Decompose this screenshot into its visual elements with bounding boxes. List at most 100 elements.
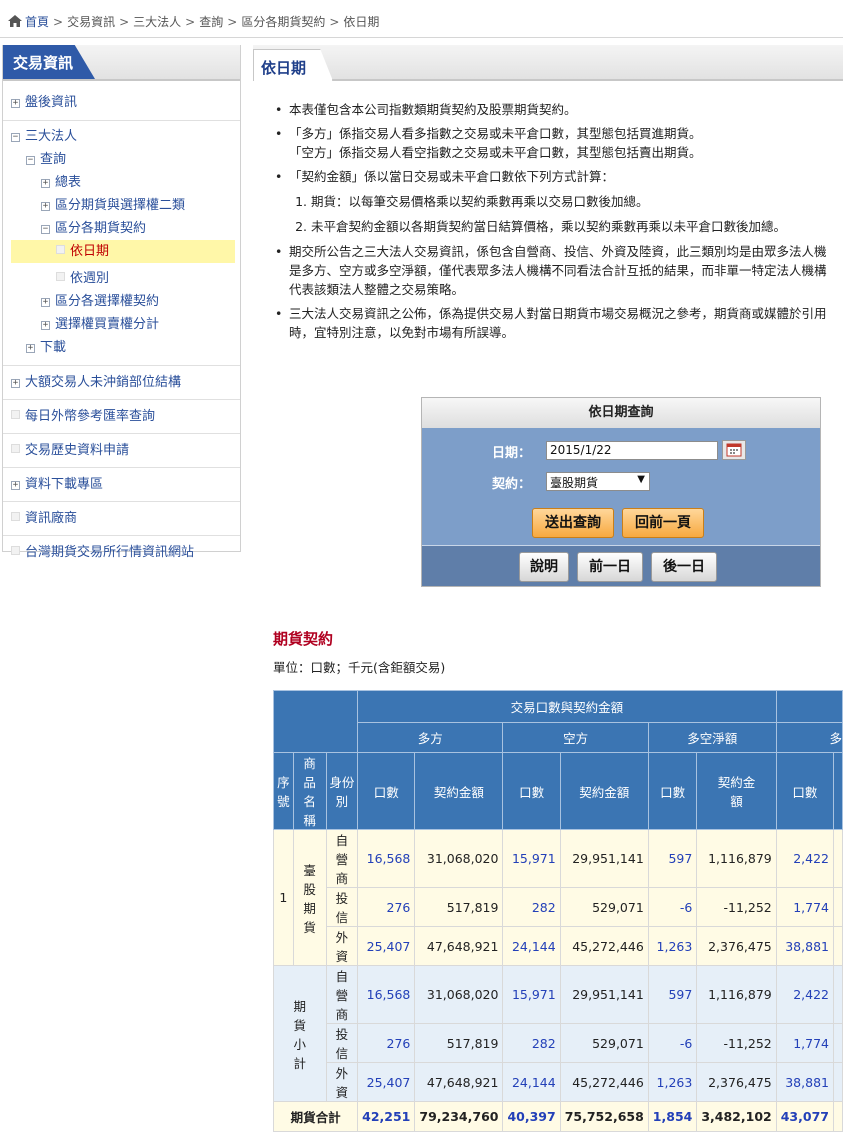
date-label: 日期： — [492, 446, 532, 461]
sidebar-item-futures-options[interactable]: + 區分期貨與選擇權二類 — [11, 194, 240, 217]
expand-icon[interactable]: + — [41, 298, 50, 307]
cell-net-qty-link[interactable]: -6 — [647, 887, 698, 927]
sidebar-item-large-traders[interactable]: + 大額交易人未沖銷部位結構 — [11, 371, 240, 394]
query-footer: 說明 前一日 後一日 — [422, 545, 820, 586]
cell-short-qty-link[interactable]: 15,971 — [502, 965, 561, 1024]
calc-item: 期貨：以每筆交易價格乘以契約乘數再乘以交易口數後加總。 — [311, 192, 843, 211]
calendar-icon[interactable] — [722, 440, 746, 460]
sidebar-item-vendors[interactable]: 資訊廠商 — [11, 507, 240, 530]
bullet-icon — [56, 272, 65, 281]
sidebar-section: 台灣期貨交易所行情資訊網站 — [3, 536, 240, 569]
cell-long-amt: 47,648,921 — [414, 926, 504, 966]
cell-long-qty-link[interactable]: 276 — [357, 887, 416, 927]
cell-net-qty-link[interactable]: 597 — [647, 965, 698, 1024]
sidebar-item-call-put[interactable]: + 選擇權買賣權分計 — [11, 313, 240, 336]
cell-short-amt: 45,272,446 — [559, 926, 649, 966]
cell-next-qty-link[interactable]: 38,881 — [775, 1062, 834, 1102]
sidebar-item-institutional[interactable]: − 三大法人 — [11, 125, 240, 148]
cell-short-qty-link[interactable]: 15,971 — [502, 829, 561, 888]
cell-short-qty-link[interactable]: 24,144 — [502, 926, 561, 966]
cell-short-qty-link[interactable]: 282 — [502, 1023, 561, 1063]
expand-icon[interactable]: + — [11, 379, 20, 388]
cell-net-qty-link[interactable]: -6 — [647, 1023, 698, 1063]
cell-long-amt: 517,819 — [414, 887, 504, 927]
note-item: 期交所公告之三大法人交易資訊，係包含自營商、投信、外資及陸資，此三類別均是由眾多… — [273, 242, 843, 299]
cell-long-qty-link[interactable]: 16,568 — [357, 829, 416, 888]
cell-total-long-qty-link[interactable]: 42,251 — [357, 1101, 416, 1132]
header-product: 商品名稱 — [292, 752, 327, 830]
sidebar-item-query[interactable]: − 查詢 — [11, 148, 240, 171]
unit-note: 單位：口數；千元(含鉅額交易) — [273, 660, 446, 675]
cell-long-qty-link[interactable]: 276 — [357, 1023, 416, 1063]
breadcrumb-separator: > — [227, 15, 238, 29]
expand-icon[interactable]: + — [11, 481, 20, 490]
sidebar-section: + 盤後資訊 — [3, 81, 240, 121]
help-button[interactable]: 說明 — [519, 552, 569, 582]
header-short-amt: 契約金額 — [559, 752, 649, 830]
sidebar-item-download[interactable]: + 下載 — [11, 336, 240, 359]
cell-long-qty-link[interactable]: 25,407 — [357, 926, 416, 966]
cell-total-label: 期貨合計 — [272, 1101, 359, 1132]
section-title: 期貨契約 — [273, 630, 334, 648]
sidebar-item-market-site[interactable]: 台灣期貨交易所行情資訊網站 — [11, 541, 240, 564]
sidebar-item-data-download[interactable]: + 資料下載專區 — [11, 473, 240, 496]
header-next: 多 — [775, 722, 843, 753]
cell-long-qty-link[interactable]: 25,407 — [357, 1062, 416, 1102]
cell-net-qty-link[interactable]: 1,263 — [647, 926, 698, 966]
breadcrumb-trading-info-link[interactable]: 交易資訊 — [67, 15, 115, 29]
sidebar-item-history-request[interactable]: 交易歷史資料申請 — [11, 439, 240, 462]
cell-total-net-qty-link[interactable]: 1,854 — [647, 1101, 698, 1132]
cell-subtotal-label: 期貨小計 — [273, 965, 327, 1102]
date-input[interactable]: 2015/1/22 — [546, 441, 718, 460]
cell-total-short-amt: 75,752,658 — [559, 1101, 649, 1132]
sidebar-item-futures-contracts[interactable]: − 區分各期貨契約 — [11, 217, 240, 240]
header-group-next — [775, 690, 843, 723]
contract-select[interactable]: 臺股期貨 ▼ — [546, 472, 650, 491]
expand-icon[interactable]: + — [26, 344, 35, 353]
breadcrumb-futures-contracts-link[interactable]: 區分各期貨契約 — [241, 15, 325, 29]
next-day-button[interactable]: 後一日 — [651, 552, 717, 582]
header-net: 多空淨額 — [647, 722, 777, 753]
table-row: 1 臺股期貨 自營商 16,568 31,068,020 15,971 29,9… — [273, 829, 843, 966]
back-button[interactable]: 回前一頁 — [622, 508, 704, 538]
sidebar-item-fx-rates[interactable]: 每日外幣參考匯率查詢 — [11, 405, 240, 428]
header-next-amt — [832, 752, 843, 830]
cell-net-qty-link[interactable]: 597 — [647, 829, 698, 888]
expand-icon[interactable]: + — [41, 202, 50, 211]
cell-next-qty-link[interactable]: 1,774 — [775, 887, 834, 927]
cell-next-qty-link[interactable]: 1,774 — [775, 1023, 834, 1063]
cell-long-qty-link[interactable]: 16,568 — [357, 965, 416, 1024]
cell-next-qty-link[interactable]: 38,881 — [775, 926, 834, 966]
cell-short-qty-link[interactable]: 24,144 — [502, 1062, 561, 1102]
sidebar-item-by-week[interactable]: 依週別 — [11, 267, 240, 290]
breadcrumb-home-link[interactable]: 首頁 — [25, 15, 49, 29]
breadcrumb-query-link[interactable]: 查詢 — [199, 15, 223, 29]
cell-net-amt: 2,376,475 — [696, 1062, 777, 1102]
breadcrumb-institutional-link[interactable]: 三大法人 — [133, 15, 181, 29]
cell-identity: 投信 — [325, 887, 359, 927]
collapse-icon[interactable]: − — [26, 156, 35, 165]
cell-total-next-qty-link[interactable]: 43,077 — [775, 1101, 834, 1132]
calc-list: 期貨：以每筆交易價格乘以契約乘數再乘以交易口數後加總。 未平倉契約金額以各期貨契… — [289, 192, 843, 236]
expand-icon[interactable]: + — [11, 99, 20, 108]
collapse-icon[interactable]: − — [41, 225, 50, 234]
cell-net-qty-link[interactable]: 1,263 — [647, 1062, 698, 1102]
expand-icon[interactable]: + — [41, 179, 50, 188]
cell-short-qty-link[interactable]: 282 — [502, 887, 561, 927]
sidebar-item-options-contracts[interactable]: + 區分各選擇權契約 — [11, 290, 240, 313]
submit-query-button[interactable]: 送出查詢 — [532, 508, 614, 538]
query-title: 依日期查詢 — [422, 398, 820, 428]
cell-next-amt — [832, 887, 843, 927]
bullet-icon — [11, 410, 20, 419]
sidebar-item-by-date[interactable]: 依日期 — [11, 240, 235, 263]
cell-identity: 外資 — [325, 926, 359, 966]
cell-total-short-qty-link[interactable]: 40,397 — [502, 1101, 561, 1132]
cell-next-qty-link[interactable]: 2,422 — [775, 965, 834, 1024]
collapse-icon[interactable]: − — [11, 133, 20, 142]
prev-day-button[interactable]: 前一日 — [577, 552, 643, 582]
cell-next-qty-link[interactable]: 2,422 — [775, 829, 834, 888]
sidebar-item-after-hours[interactable]: + 盤後資訊 — [11, 91, 240, 114]
expand-icon[interactable]: + — [41, 321, 50, 330]
cell-net-amt: 1,116,879 — [696, 829, 777, 888]
sidebar-item-summary[interactable]: + 總表 — [11, 171, 240, 194]
